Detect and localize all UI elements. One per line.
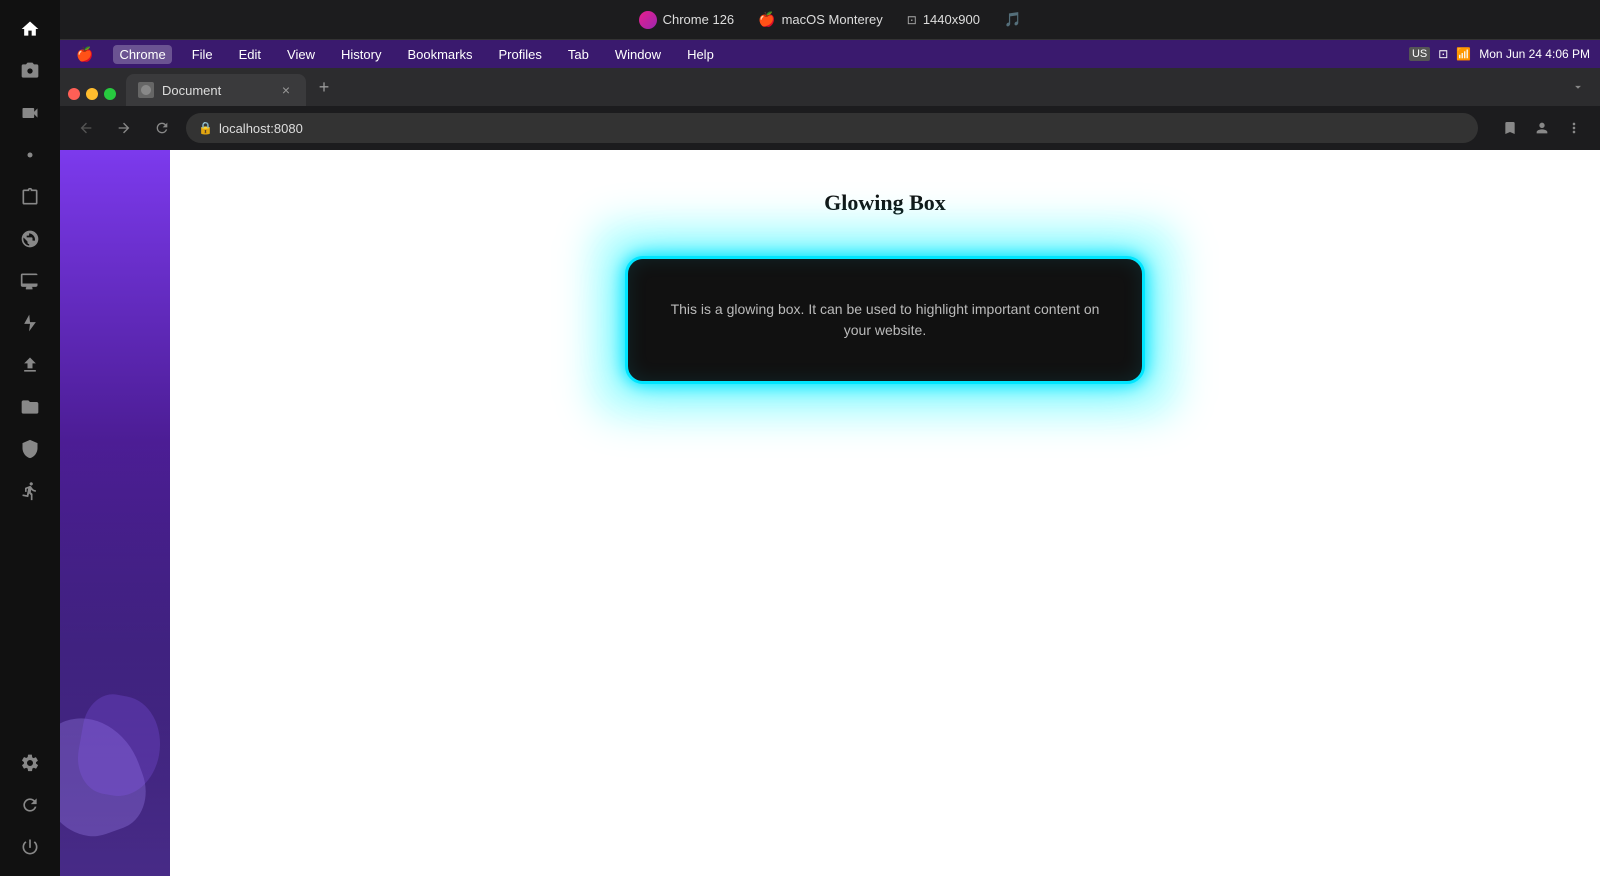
glow-wrapper: This is a glowing box. It can be used to… (605, 236, 1165, 404)
browser-content-row: Glowing Box This is a glowing box. It ca… (60, 150, 1600, 876)
main-area: Chrome 126 🍎 macOS Monterey ⊡ 1440x900 🎵… (60, 0, 1600, 876)
chrome-tabbar: Document × + (60, 68, 1600, 106)
new-tab-button[interactable]: + (310, 73, 338, 101)
sidebar-globe-icon[interactable] (12, 221, 48, 257)
sidebar-video-icon[interactable] (12, 95, 48, 131)
sidebar-shield-icon[interactable] (12, 431, 48, 467)
url-display: localhost:8080 (219, 121, 1466, 136)
menu-history[interactable]: History (335, 45, 387, 64)
sidebar-power-icon[interactable] (12, 829, 48, 865)
menubar-wifi-icon: 📶 (1456, 47, 1471, 61)
glow-box: This is a glowing box. It can be used to… (625, 256, 1145, 384)
traffic-light-green[interactable] (104, 88, 116, 100)
address-bar[interactable]: 🔒 localhost:8080 (186, 113, 1478, 143)
chrome-addressbar: 🔒 localhost:8080 (60, 106, 1600, 150)
page-content: Glowing Box This is a glowing box. It ca… (435, 190, 1335, 404)
tab-favicon (138, 82, 154, 98)
sidebar-refresh-icon[interactable] (12, 787, 48, 823)
browser-info: Chrome 126 (639, 11, 735, 29)
lock-icon: 🔒 (198, 121, 213, 135)
macos-menubar: 🍎 Chrome File Edit View History Bookmark… (60, 40, 1600, 68)
sidebar-lightning-icon[interactable] (12, 305, 48, 341)
menu-view[interactable]: View (281, 45, 321, 64)
os-label: macOS Monterey (782, 12, 883, 27)
addressbar-actions (1496, 114, 1588, 142)
browser-left-decoration (60, 150, 170, 876)
resolution-icon: ⊡ (907, 13, 917, 27)
resolution-label: 1440x900 (923, 12, 980, 27)
os-info: 🍎 macOS Monterey (758, 11, 883, 28)
menu-bookmarks[interactable]: Bookmarks (401, 45, 478, 64)
app-sidebar (0, 0, 60, 876)
resolution-info: ⊡ 1440x900 (907, 12, 980, 27)
menubar-time: Mon Jun 24 4:06 PM (1479, 47, 1590, 61)
menu-help[interactable]: Help (681, 45, 720, 64)
tab-close-button[interactable]: × (278, 82, 294, 98)
menu-file[interactable]: File (186, 45, 219, 64)
forward-button[interactable] (110, 114, 138, 142)
apple-menu[interactable]: 🍎 (70, 44, 99, 65)
browser-tab[interactable]: Document × (126, 74, 306, 106)
chrome-icon (639, 11, 657, 29)
menu-chrome[interactable]: Chrome (113, 45, 171, 64)
tabbar-expand-button[interactable] (1564, 73, 1592, 101)
traffic-light-red[interactable] (68, 88, 80, 100)
sidebar-monitor-icon[interactable] (12, 263, 48, 299)
sidebar-spider-icon[interactable] (12, 137, 48, 173)
sidebar-clipboard-icon[interactable] (12, 179, 48, 215)
sidebar-home-icon[interactable] (12, 11, 48, 47)
menu-tab[interactable]: Tab (562, 45, 595, 64)
sidebar-settings-icon[interactable] (12, 745, 48, 781)
reload-button[interactable] (148, 114, 176, 142)
sidebar-upload-icon[interactable] (12, 347, 48, 383)
tab-title: Document (162, 83, 270, 98)
menu-edit[interactable]: Edit (233, 45, 267, 64)
menu-window[interactable]: Window (609, 45, 667, 64)
sound-info: 🎵 (1004, 11, 1021, 28)
browser-content: Glowing Box This is a glowing box. It ca… (170, 150, 1600, 876)
page-title: Glowing Box (824, 190, 946, 216)
chrome-label: Chrome 126 (663, 12, 735, 27)
sidebar-folder-icon[interactable] (12, 389, 48, 425)
traffic-lights (68, 88, 116, 106)
menubar-right: US ⊡ 📶 Mon Jun 24 4:06 PM (1409, 47, 1590, 61)
sidebar-person-icon[interactable] (12, 473, 48, 509)
menubar-keyboard-icon: US (1409, 47, 1430, 61)
apple-icon: 🍎 (758, 11, 775, 28)
system-bar: Chrome 126 🍎 macOS Monterey ⊡ 1440x900 🎵 (60, 0, 1600, 40)
more-button[interactable] (1560, 114, 1588, 142)
sidebar-camera-icon[interactable] (12, 53, 48, 89)
back-button[interactable] (72, 114, 100, 142)
bookmark-button[interactable] (1496, 114, 1524, 142)
profile-button[interactable] (1528, 114, 1556, 142)
menu-profiles[interactable]: Profiles (492, 45, 547, 64)
glow-text: This is a glowing box. It can be used to… (658, 299, 1112, 341)
menubar-screen-icon: ⊡ (1438, 47, 1448, 61)
sound-icon: 🎵 (1004, 11, 1021, 28)
traffic-light-yellow[interactable] (86, 88, 98, 100)
